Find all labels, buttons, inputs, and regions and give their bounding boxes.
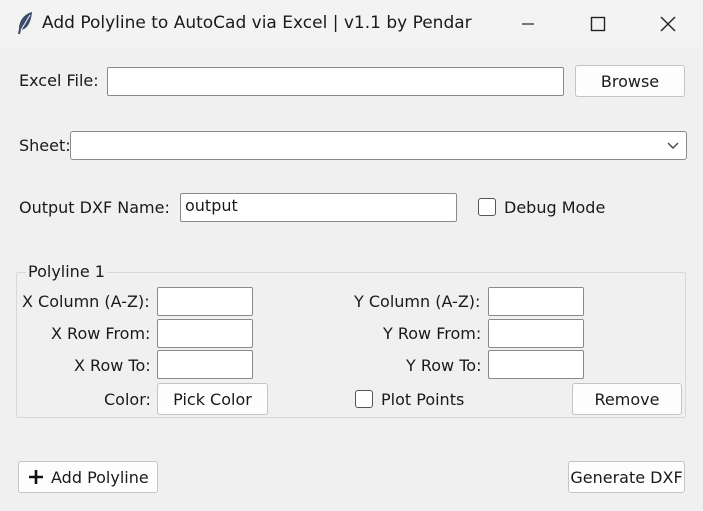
title-bar: Add Polyline to AutoCad via Excel | v1.1… [0, 0, 703, 48]
close-button[interactable] [633, 0, 703, 48]
app-window: Add Polyline to AutoCad via Excel | v1.1… [0, 0, 703, 511]
plot-points-label: Plot Points [381, 390, 465, 409]
add-polyline-button[interactable]: Add Polyline [18, 461, 158, 493]
excel-file-label: Excel File: [19, 71, 99, 90]
y-column-label: Y Column (A-Z): [354, 292, 481, 311]
generate-dxf-button[interactable]: Generate DXF [568, 461, 685, 493]
x-row-from-label: X Row From: [51, 324, 151, 343]
plus-icon [29, 470, 43, 484]
browse-button[interactable]: Browse [575, 65, 685, 97]
y-column-input[interactable] [488, 287, 584, 316]
debug-mode-label: Debug Mode [504, 198, 606, 217]
feather-icon [18, 12, 32, 34]
pick-color-button[interactable]: Pick Color [157, 383, 268, 415]
sheet-select[interactable] [70, 131, 687, 160]
y-row-to-input[interactable] [488, 350, 584, 379]
debug-mode-checkbox[interactable] [478, 198, 496, 216]
window-title: Add Polyline to AutoCad via Excel | v1.1… [42, 13, 472, 33]
maximize-button[interactable] [563, 0, 633, 48]
plot-points-checkbox[interactable] [355, 390, 373, 408]
sheet-label: Sheet: [19, 136, 71, 155]
x-column-label: X Column (A-Z): [22, 292, 150, 311]
color-label: Color: [104, 390, 151, 409]
y-row-from-input[interactable] [488, 319, 584, 348]
x-row-from-input[interactable] [157, 319, 253, 348]
y-row-from-label: Y Row From: [383, 324, 482, 343]
output-name-input[interactable]: output [180, 193, 457, 222]
output-name-label: Output DXF Name: [19, 198, 170, 217]
excel-file-input[interactable] [107, 67, 564, 96]
add-polyline-label: Add Polyline [51, 467, 149, 487]
x-row-to-input[interactable] [157, 350, 253, 379]
chevron-down-icon [667, 142, 679, 149]
minimize-button[interactable] [493, 0, 563, 48]
close-icon [660, 16, 676, 32]
y-row-to-label: Y Row To: [406, 356, 482, 375]
minimize-icon [522, 23, 534, 25]
remove-button[interactable]: Remove [572, 383, 682, 415]
x-column-input[interactable] [157, 287, 253, 316]
x-row-to-label: X Row To: [74, 356, 151, 375]
polyline-group-title: Polyline 1 [26, 262, 107, 281]
maximize-icon [590, 16, 606, 32]
